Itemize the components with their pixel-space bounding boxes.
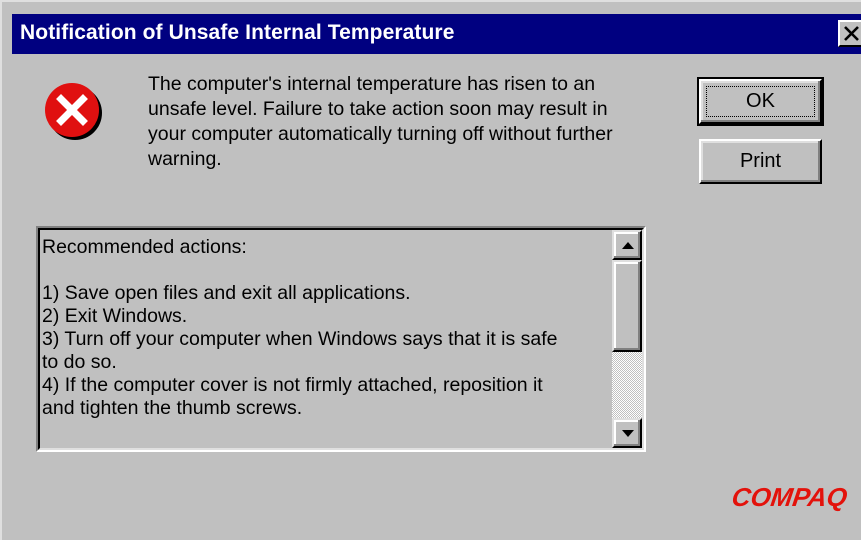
message-line: your computer automatically turning off …	[148, 123, 613, 145]
scroll-down-button[interactable]	[612, 418, 642, 448]
list-spacer	[42, 259, 618, 282]
title-bar[interactable]: Notification of Unsafe Internal Temperat…	[12, 14, 861, 54]
list-item: 1) Save open files and exit all applicat…	[42, 282, 411, 304]
listbox-frame: Recommended actions: 1) Save open files …	[38, 228, 644, 450]
close-icon	[844, 26, 859, 41]
listbox-content: Recommended actions: 1) Save open files …	[42, 236, 618, 420]
ok-button[interactable]: OK	[697, 77, 824, 126]
message-line: warning.	[148, 148, 222, 170]
arrow-down-icon	[622, 430, 634, 437]
list-item: 4) If the computer cover is not firmly a…	[42, 374, 543, 396]
compaq-logo: COMPAQ	[729, 482, 850, 512]
print-button[interactable]: Print	[699, 139, 822, 184]
list-heading: Recommended actions:	[42, 236, 247, 258]
message-line: unsafe level. Failure to take action soo…	[148, 98, 608, 120]
ok-button-label: OK	[746, 90, 775, 112]
vertical-scrollbar[interactable]	[612, 230, 642, 448]
dialog-window: Notification of Unsafe Internal Temperat…	[0, 0, 861, 540]
recommended-actions-listbox[interactable]: Recommended actions: 1) Save open files …	[36, 226, 646, 452]
message-line: The computer's internal temperature has …	[148, 73, 596, 95]
list-item: 3) Turn off your computer when Windows s…	[42, 328, 558, 350]
arrow-up-icon	[622, 242, 634, 249]
scroll-up-button[interactable]	[612, 230, 642, 260]
error-icon	[45, 83, 102, 140]
window-title: Notification of Unsafe Internal Temperat…	[20, 21, 455, 44]
list-item: to do so.	[42, 351, 117, 373]
list-item: and tighten the thumb screws.	[42, 397, 303, 419]
close-button[interactable]	[838, 20, 861, 47]
warning-message: The computer's internal temperature has …	[148, 72, 688, 172]
scroll-thumb[interactable]	[612, 260, 642, 352]
print-button-label: Print	[739, 150, 782, 172]
list-item: 2) Exit Windows.	[42, 305, 188, 327]
